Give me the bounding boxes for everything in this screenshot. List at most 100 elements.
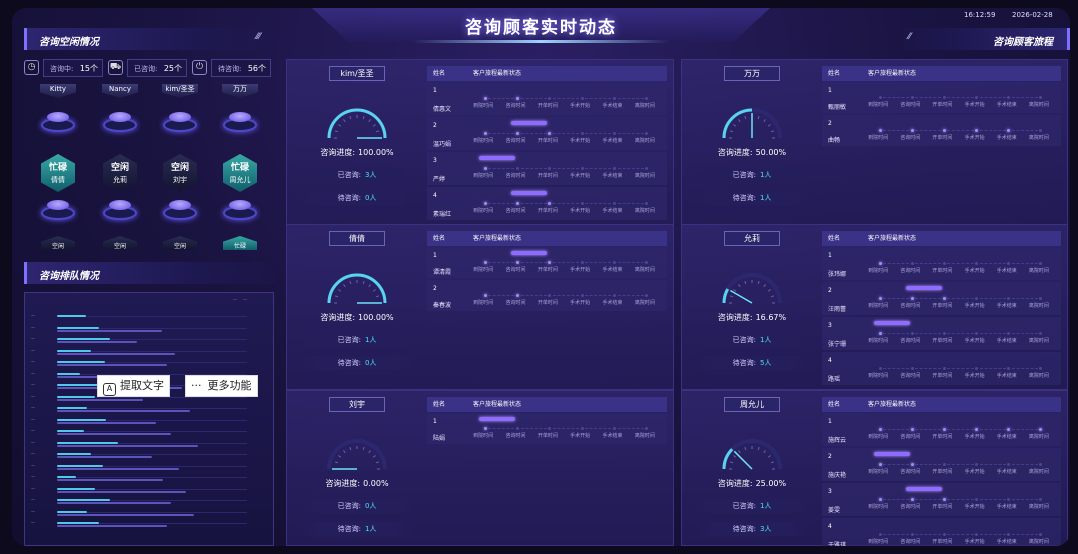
stage-dot (613, 260, 616, 264)
stage-connector (552, 97, 580, 99)
status-hex[interactable]: 空闲 (41, 236, 75, 250)
row-number: 1 (433, 87, 437, 94)
stage-connector (1011, 498, 1038, 500)
journey-row[interactable]: 4 素瑞红 到院时间 咨询时间 开单时间 手术开始 手术结束 离院时间 (427, 187, 667, 220)
journey-row[interactable]: 1 倩惠文 到院时间 咨询时间 开单时间 手术开始 手术结束 离院时间 (427, 82, 667, 115)
stage-dot (483, 201, 487, 205)
stage-dot (975, 366, 979, 370)
stage-dot (910, 95, 914, 99)
extract-text-button[interactable]: A 提取文字 (97, 375, 170, 397)
stage-label: 手术结束 (996, 468, 1017, 475)
queue-bar-current (57, 453, 92, 455)
gauge-tick (372, 289, 376, 292)
journey-row[interactable]: 3 姜雯 到院时间 咨询时间 开单时间 手术开始 手术结束 离院时间 (822, 483, 1061, 516)
stage-dot (645, 426, 649, 430)
gauge-tick (343, 284, 346, 288)
stage-dot (580, 96, 584, 100)
stage-connector (552, 167, 580, 169)
stage-label: 咨询时间 (900, 538, 921, 545)
progress-text: 咨询进度: 25.00% (682, 478, 822, 489)
queue-bar-waiting (57, 433, 171, 435)
status-hex[interactable]: 忙碌 倩倩 (41, 154, 75, 192)
stage-dot (580, 260, 584, 264)
stage-label: 咨询时间 (900, 372, 921, 379)
stage-dot (942, 95, 946, 99)
stage-label: 开单时间 (932, 134, 953, 141)
journey-row[interactable]: 2 曲畅 到院时间 咨询时间 开单时间 手术开始 手术结束 离院时间 (822, 115, 1061, 146)
journey-row[interactable]: 3 张宁珊 到院时间 咨询时间 开单时间 手术开始 手术结束 离院时间 (822, 317, 1061, 350)
stage-dot (975, 497, 979, 501)
progress-text: 咨询进度: 100.00% (287, 312, 427, 323)
stage-dot (580, 201, 584, 205)
status-pill (478, 156, 515, 160)
stage-connector (883, 463, 910, 465)
journey-row[interactable]: 3 严婷 到院时间 咨询时间 开单时间 手术开始 手术结束 离院时间 (427, 152, 667, 185)
stage-label: 手术开始 (964, 538, 985, 545)
progress-text: 咨询进度: 50.00% (682, 147, 822, 158)
progress-value: 16.67% (755, 313, 787, 322)
stage-label: 咨询时间 (900, 267, 921, 274)
stage-label: 手术开始 (964, 468, 985, 475)
gauge-svg (327, 108, 387, 139)
journey-row[interactable]: 1 甄丽敏 到院时间 咨询时间 开单时间 手术开始 手术结束 离院时间 (822, 82, 1061, 113)
journey-row[interactable]: 2 施庆艳 到院时间 咨询时间 开单时间 手术开始 手术结束 离院时间 (822, 448, 1061, 481)
row-number: 2 (828, 453, 832, 460)
col-name-header: 姓名 (433, 70, 446, 77)
progress-value: 100.00% (358, 313, 394, 322)
row-number: 2 (433, 122, 437, 129)
journey-row[interactable]: 4 于雅琪 到院时间 咨询时间 开单时间 手术开始 手术结束 离院时间 (822, 518, 1061, 546)
stage-dot (580, 131, 584, 135)
gauge-tick (744, 115, 747, 120)
pod-top (229, 112, 251, 122)
queue-track (57, 431, 247, 432)
gauge-svg (722, 273, 782, 304)
status-hex[interactable]: 空闲 刘宇 (163, 154, 197, 192)
queue-row-label: — (31, 359, 35, 364)
stage-label: 开单时间 (537, 207, 558, 214)
stage-connector (488, 261, 515, 263)
journey-row[interactable]: 4 路瑶 到院时间 咨询时间 开单时间 手术开始 手术结束 离院时间 (822, 352, 1061, 385)
stage-connector (979, 332, 1006, 334)
stage-dot (548, 96, 552, 100)
journey-row[interactable]: 1 谭清霞 到院时间 咨询时间 开单时间 手术开始 手术结束 离院时间 (427, 247, 667, 278)
done-label: 已咨询: (732, 336, 756, 344)
status-hex[interactable]: 空闲 (163, 236, 197, 250)
stage-label: 到院时间 (868, 372, 889, 379)
stage-dot (1007, 532, 1011, 536)
status-label: 空闲 (170, 163, 189, 173)
progress-label: 咨询进度: (717, 148, 753, 157)
gauge-tick (368, 450, 371, 454)
stage-dot (878, 261, 882, 265)
waiting-value: 0人 (364, 194, 377, 202)
journey-row[interactable]: 1 张玮娜 到院时间 咨询时间 开单时间 手术开始 手术结束 离院时间 (822, 247, 1061, 280)
gauge-tick (338, 124, 342, 127)
stage-label: 咨询时间 (900, 302, 921, 309)
stage-label: 开单时间 (932, 468, 953, 475)
journey-row[interactable]: 1 施辉云 到院时间 咨询时间 开单时间 手术开始 手术结束 离院时间 (822, 413, 1061, 446)
consultant-tag: Kitty (40, 84, 76, 98)
stage-connector (1011, 129, 1038, 131)
journey-row[interactable]: 2 温巧娟 到院时间 咨询时间 开单时间 手术开始 手术结束 离院时间 (427, 117, 667, 150)
stage-label: 到院时间 (868, 538, 889, 545)
status-hex[interactable]: 空闲 允莉 (103, 154, 137, 192)
stage-label: 离院时间 (1028, 302, 1049, 309)
row-number: 2 (433, 285, 437, 292)
journey-row[interactable]: 1 陆娟 到院时间 咨询时间 开单时间 手术开始 手术结束 离院时间 (427, 413, 667, 444)
queue-bar-current (57, 407, 88, 409)
stage-dot (1039, 427, 1043, 431)
status-hex[interactable]: 忙碌 周允儿 (223, 154, 257, 192)
status-hex[interactable]: 忙碌 (223, 236, 257, 250)
journey-row[interactable]: 2 汪雨蕾 到院时间 咨询时间 开单时间 手术开始 手术结束 离院时间 (822, 282, 1061, 315)
stage-connector (1011, 262, 1038, 264)
stage-dot (580, 166, 584, 170)
col-name-header: 姓名 (828, 401, 841, 408)
stage-dot (910, 497, 914, 501)
pod-icon (41, 112, 75, 134)
stage-connector (488, 132, 515, 134)
gauge-tick (763, 119, 766, 123)
journey-row[interactable]: 2 秦春波 到院时间 咨询时间 开单时间 手术开始 手术结束 离院时间 (427, 280, 667, 311)
more-functions-button[interactable]: ··· 更多功能 (185, 375, 258, 397)
status-hex[interactable]: 空闲 (103, 236, 137, 250)
done-value: 0人 (364, 502, 377, 510)
gauge-tick (733, 289, 737, 292)
